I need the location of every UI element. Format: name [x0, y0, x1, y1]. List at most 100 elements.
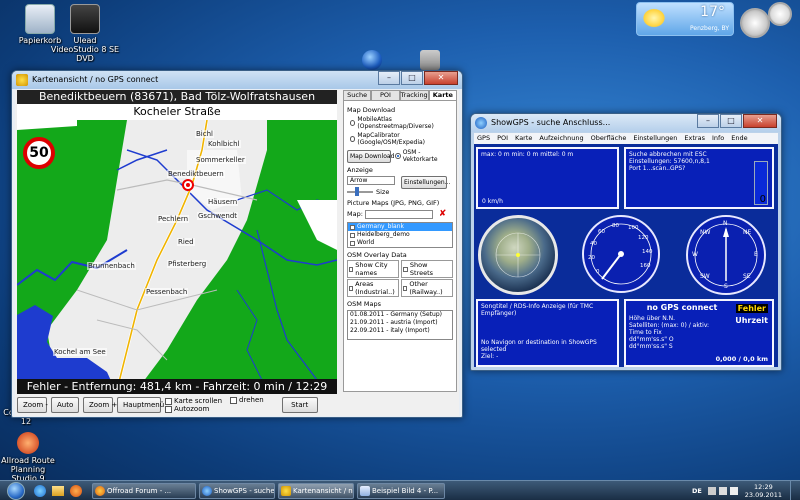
radio-label: OSM - Vektorkarte: [402, 149, 438, 163]
start-button[interactable]: [4, 481, 28, 500]
zoom-out-button[interactable]: Zoom -: [17, 397, 48, 413]
menu-exit[interactable]: Ende: [731, 133, 747, 144]
map-view[interactable]: Benediktbeuern (83671), Bad Tölz-Wolfrat…: [17, 90, 337, 394]
tick-label: 40: [590, 241, 597, 247]
show-desktop-button[interactable]: [790, 481, 800, 500]
tick-label: 140: [642, 249, 653, 255]
checkbox-label: Karte scrollen: [174, 397, 223, 405]
main-menu-button[interactable]: Hauptmenü: [117, 397, 164, 413]
map-label: Pessenbach: [145, 288, 189, 296]
rotate-checkbox[interactable]: drehen: [230, 396, 264, 404]
language-indicator[interactable]: DE: [692, 487, 702, 495]
list-item-label: Germany_blank: [357, 223, 405, 230]
list-item[interactable]: Heidelberg_demo: [348, 231, 452, 239]
menu-poi[interactable]: POI: [497, 133, 508, 144]
tab-search[interactable]: Suche: [343, 90, 372, 100]
zoom-in-button[interactable]: Zoom +: [83, 397, 117, 413]
map-download-button[interactable]: Map Download: [347, 149, 394, 163]
list-item[interactable]: 21.09.2011 - austria (Import): [348, 319, 452, 327]
osm-maps-label: OSM Maps: [347, 300, 382, 308]
quicklaunch-ie-icon[interactable]: [32, 483, 50, 499]
checkbox-label: drehen: [239, 396, 264, 404]
osm-maps-list[interactable]: 01.08.2011 - Germany (Setup) 21.09.2011 …: [347, 310, 453, 340]
map-path-input[interactable]: [364, 209, 433, 219]
speed-stats-text: max: 0 m min: 0 m mittel: 0 m: [481, 151, 574, 158]
list-item[interactable]: World: [348, 239, 452, 247]
cpu-meter-gadget[interactable]: [738, 0, 798, 44]
picture-map-list[interactable]: Germany_blank Heidelberg_demo World: [347, 222, 453, 248]
tab-poi[interactable]: POI: [371, 90, 400, 100]
clear-map-icon[interactable]: ✘: [439, 209, 447, 219]
tray-clock[interactable]: 12:29 23.09.2011: [745, 483, 782, 499]
menu-surface[interactable]: Oberfläche: [591, 133, 627, 144]
app-icon: [16, 74, 28, 86]
paint-icon: [360, 485, 370, 496]
menu-extras[interactable]: Extras: [684, 133, 705, 144]
desktop-icon-ulead[interactable]: Ulead VideoStudio 8 SE DVD: [50, 4, 120, 63]
menu-info[interactable]: Info: [712, 133, 724, 144]
showgps-menubar: GPS POI Karte Aufzeichnung Oberfläche Ei…: [474, 133, 778, 144]
tray-volume-icon[interactable]: [729, 487, 738, 495]
autozoom-checkbox[interactable]: Autozoom: [165, 405, 222, 413]
settings-panel: Suche POI Tracking Karte Map Download Mo…: [343, 90, 457, 412]
taskbar-item-showgps[interactable]: ShowGPS - suche ...: [199, 482, 275, 499]
tray-flag-icon[interactable]: [707, 487, 716, 495]
areas-checkbox[interactable]: Areas (Industrial..): [347, 279, 399, 297]
map-field-label: Map:: [347, 210, 363, 218]
minimize-button[interactable]: –: [697, 114, 719, 128]
checkbox-label: Show City names: [355, 261, 388, 277]
tab-map[interactable]: Karte: [428, 90, 457, 100]
map-app-icon: [281, 485, 291, 496]
tick-label: 60: [598, 229, 605, 235]
taskbar-item-firefox[interactable]: Offroad Forum - ...: [92, 482, 196, 499]
marker-style-select[interactable]: Arrow: [347, 176, 395, 185]
menu-map[interactable]: Karte: [515, 133, 532, 144]
close-button[interactable]: ✕: [424, 71, 458, 85]
mapcalibrator-radio[interactable]: MapCalibrator (Google/OSM/Expedia): [350, 132, 453, 146]
menu-settings[interactable]: Einstellungen: [633, 133, 677, 144]
list-item[interactable]: Germany_blank: [348, 223, 452, 231]
show-city-names-checkbox[interactable]: Show City names: [347, 260, 399, 278]
start-button[interactable]: Start: [281, 397, 318, 413]
maximize-button[interactable]: □: [720, 114, 742, 128]
desktop-icon-allroad[interactable]: Allroad Route Planning Studio 9: [0, 432, 56, 483]
map-label: Kochel am See: [53, 348, 107, 356]
quicklaunch-explorer-icon[interactable]: [50, 483, 68, 499]
compass-label: N: [723, 220, 728, 227]
system-tray: DE 12:29 23.09.2011: [692, 481, 800, 500]
tick-label: 20: [588, 255, 595, 261]
globe-icon[interactable]: [362, 50, 382, 70]
quicklaunch-media-icon[interactable]: [68, 483, 86, 499]
osm-vector-radio[interactable]: OSM - Vektorkarte: [395, 149, 453, 163]
show-streets-checkbox[interactable]: Show Streets: [401, 260, 453, 278]
sun-icon: [641, 7, 667, 29]
taskbar-item-paint[interactable]: Beispiel Bild 4 - P...: [357, 482, 445, 499]
map-label: Brunnenbach: [87, 262, 136, 270]
weather-gadget[interactable]: 17° Penzberg, BY: [636, 2, 734, 36]
tray-network-icon[interactable]: [718, 487, 727, 495]
settings-button[interactable]: Einstellungen...: [401, 176, 450, 189]
size-slider[interactable]: [347, 187, 373, 196]
list-item[interactable]: 01.08.2011 - Germany (Setup): [348, 311, 452, 319]
size-label: Size: [376, 188, 390, 196]
maximize-button[interactable]: □: [401, 71, 423, 85]
minimize-button[interactable]: –: [378, 71, 400, 85]
panel-tabs: Suche POI Tracking Karte: [343, 90, 457, 100]
auto-button[interactable]: Auto: [51, 397, 79, 413]
gps-info-box: Suche abbrechen mit ESC Einstellungen: 5…: [624, 147, 774, 209]
tick-label: 160: [640, 263, 651, 269]
other-checkbox[interactable]: Other (Railway..): [401, 279, 453, 297]
mobileatlas-radio[interactable]: MobileAtlas (Openstreetmap/Diverse): [350, 116, 453, 130]
tab-tracking[interactable]: Tracking: [399, 90, 429, 100]
menu-record[interactable]: Aufzeichnung: [539, 133, 583, 144]
scroll-map-checkbox[interactable]: Karte scrollen: [165, 397, 222, 405]
close-button[interactable]: ✕: [743, 114, 777, 128]
display-group-label: Anzeige: [347, 166, 373, 174]
tick-label: 80: [612, 223, 619, 229]
list-item[interactable]: 22.09.2011 - italy (Import): [348, 327, 452, 335]
taskbar-item-map[interactable]: Kartenansicht / n...: [278, 482, 354, 499]
map-window-titlebar[interactable]: Kartenansicht / no GPS connect – □ ✕: [12, 71, 462, 89]
menu-gps[interactable]: GPS: [477, 133, 490, 144]
app-shortcut-icon[interactable]: [420, 50, 440, 70]
showgps-titlebar[interactable]: ShowGPS - suche Anschluss... – □ ✕: [471, 114, 781, 132]
